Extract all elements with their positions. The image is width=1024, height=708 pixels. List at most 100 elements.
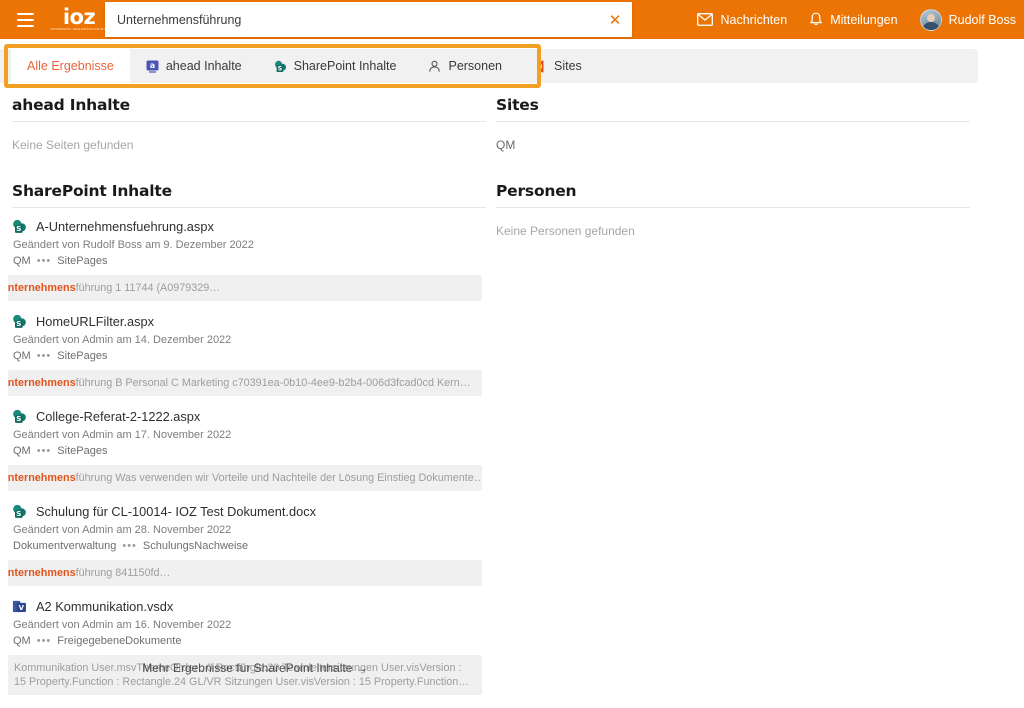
ahead-empty-text: Keine Seiten gefunden [12, 138, 134, 152]
path-separator-icon: ••• [36, 350, 52, 362]
sharepoint-page-icon: S [12, 409, 27, 424]
snippet-highlight: Unternehmens [8, 567, 76, 579]
tab-label: Alle Ergebnisse [27, 59, 114, 73]
sharepoint-results-list: S A-Unternehmensfuehrung.aspx Geändert v… [8, 219, 486, 695]
tab-label: ahead Inhalte [165, 59, 242, 73]
visio-icon: V [12, 599, 27, 614]
svg-text:V: V [19, 604, 25, 612]
result-snippet: Unternehmensführung 841150fd… [8, 560, 482, 586]
mail-icon [697, 13, 714, 26]
ahead-icon: a [146, 60, 159, 73]
sharepoint-page-icon: S [12, 314, 27, 329]
right-results-column: Sites QM Personen Keine Personen gefunde… [496, 96, 970, 238]
result-title[interactable]: HomeURLFilter.aspx [36, 314, 154, 329]
tab-alle-ergebnisse[interactable]: Alle Ergebnisse [11, 49, 130, 83]
list-item[interactable]: S HomeURLFilter.aspx Geändert von Admin … [8, 314, 486, 396]
list-item[interactable]: S A-Unternehmensfuehrung.aspx Geändert v… [8, 219, 486, 301]
path-separator-icon: ••• [122, 540, 137, 552]
list-item[interactable]: V A2 Kommunikation.vsdx Geändert von Adm… [8, 599, 486, 695]
ahead-section-title: ahead Inhalte [12, 96, 486, 122]
result-title[interactable]: A2 Kommunikation.vsdx [36, 599, 173, 614]
path-library: SitePages [57, 445, 108, 457]
snippet-text: führung 1 11744 (A0979329… [75, 282, 221, 294]
svg-text:S: S [16, 509, 21, 518]
bell-icon [809, 12, 823, 27]
list-item[interactable]: S College-Referat-2-1222.aspx Geändert v… [8, 409, 486, 491]
snippet-text: führung 841150fd… [75, 567, 171, 579]
result-meta: Geändert von Admin am 16. November 2022 [13, 619, 232, 631]
site-item[interactable]: QM [496, 122, 970, 152]
person-icon [428, 60, 441, 73]
mitteilungen-label: Mitteilungen [830, 12, 898, 27]
search-bar[interactable]: ✕ [105, 2, 632, 37]
result-meta: Geändert von Admin am 14. Dezember 2022 [13, 334, 232, 346]
logo-subtext: INFORMATIK ORGANISATION ZUG [50, 26, 108, 31]
user-name-label: Rudolf Boss [948, 12, 1016, 27]
sites-section: Sites QM [496, 96, 970, 152]
path-separator-icon: ••• [36, 255, 52, 267]
clear-search-icon[interactable]: ✕ [598, 2, 632, 37]
snippet-highlight: Unternehmens [8, 282, 76, 294]
path-separator-icon: ••• [36, 445, 52, 457]
path-site: QM [13, 255, 31, 267]
header-right-menu: Nachrichten Mitteilungen Rudolf Boss [697, 0, 1016, 39]
result-title[interactable]: A-Unternehmensfuehrung.aspx [36, 219, 214, 234]
result-path: Dokumentverwaltung ••• SchulungsNachweis… [13, 540, 486, 552]
tab-label: Sites [554, 59, 582, 73]
result-path: QM ••• SitePages [13, 350, 486, 362]
sharepoint-icon: S [274, 60, 287, 73]
left-results-column: ahead Inhalte Keine Seiten gefunden Shar… [8, 96, 486, 708]
snippet-text: führung B Personal C Marketing c70391ea-… [75, 377, 471, 389]
result-tabs: Alle Ergebnisse a ahead Inhalte S ShareP… [11, 49, 598, 83]
tab-label: SharePoint Inhalte [293, 59, 397, 73]
tab-personen[interactable]: Personen [412, 49, 518, 83]
avatar [919, 8, 942, 31]
nachrichten-button[interactable]: Nachrichten [697, 13, 787, 27]
result-title[interactable]: College-Referat-2-1222.aspx [36, 409, 200, 424]
tab-sites[interactable]: Sites [518, 49, 598, 83]
result-title[interactable]: Schulung für CL-10014- IOZ Test Dokument… [36, 504, 316, 519]
search-input[interactable] [105, 2, 598, 37]
svg-text:S: S [277, 64, 282, 72]
tab-label: Personen [448, 59, 502, 73]
personen-empty-text: Keine Personen gefunden [496, 224, 635, 238]
path-library: SchulungsNachweise [142, 540, 249, 552]
result-snippet: Unternehmensführung 1 11744 (A0979329… [8, 275, 482, 301]
path-site: QM [13, 350, 31, 362]
personen-section: Personen Keine Personen gefunden [496, 182, 970, 238]
svg-text:S: S [16, 319, 21, 328]
list-item[interactable]: S Schulung für CL-10014- IOZ Test Dokume… [8, 504, 486, 586]
result-meta: Geändert von Admin am 17. November 2022 [13, 429, 232, 441]
office-sites-icon [534, 60, 547, 73]
result-meta: Geändert von Rudolf Boss am 9. Dezember … [13, 239, 254, 251]
result-path: QM ••• SitePages [13, 255, 486, 267]
snippet-text: führung Was verwenden wir Vorteile und N… [75, 472, 482, 484]
mitteilungen-button[interactable]: Mitteilungen [809, 12, 898, 27]
hamburger-icon[interactable] [6, 0, 44, 39]
sharepoint-page-icon: S [12, 219, 27, 234]
app-header: ioz INFORMATIK ORGANISATION ZUG ✕ Nachri… [0, 0, 1024, 39]
result-path: QM ••• FreigegebeneDokumente [13, 635, 486, 647]
svg-text:S: S [16, 414, 21, 423]
search-results-content: ahead Inhalte Keine Seiten gefunden Shar… [0, 96, 1024, 695]
sites-section-title: Sites [496, 96, 970, 122]
svg-text:a: a [150, 61, 155, 70]
path-library: SitePages [57, 350, 108, 362]
result-path: QM ••• SitePages [13, 445, 486, 457]
snippet-highlight: Unternehmens [8, 377, 76, 389]
snippet-highlight: Unternehmens [8, 472, 76, 484]
result-meta: Geändert von Admin am 28. November 2022 [13, 524, 232, 536]
more-results-link[interactable]: Mehr Ergebnisse für SharePoint Inhalte → [12, 661, 498, 675]
sharepoint-page-icon: S [12, 504, 27, 519]
sharepoint-section-title: SharePoint Inhalte [12, 182, 486, 208]
svg-text:S: S [16, 224, 21, 233]
tab-ahead-inhalte[interactable]: a ahead Inhalte [130, 49, 258, 83]
tab-sharepoint-inhalte[interactable]: S SharePoint Inhalte [258, 49, 413, 83]
result-snippet: Unternehmensführung B Personal C Marketi… [8, 370, 482, 396]
ioz-logo[interactable]: ioz INFORMATIK ORGANISATION ZUG [48, 0, 110, 39]
personen-section-title: Personen [496, 182, 970, 208]
path-separator-icon: ••• [36, 635, 52, 647]
path-library: FreigegebeneDokumente [57, 635, 182, 647]
user-menu[interactable]: Rudolf Boss [919, 8, 1016, 31]
ahead-section: ahead Inhalte Keine Seiten gefunden [12, 96, 486, 152]
